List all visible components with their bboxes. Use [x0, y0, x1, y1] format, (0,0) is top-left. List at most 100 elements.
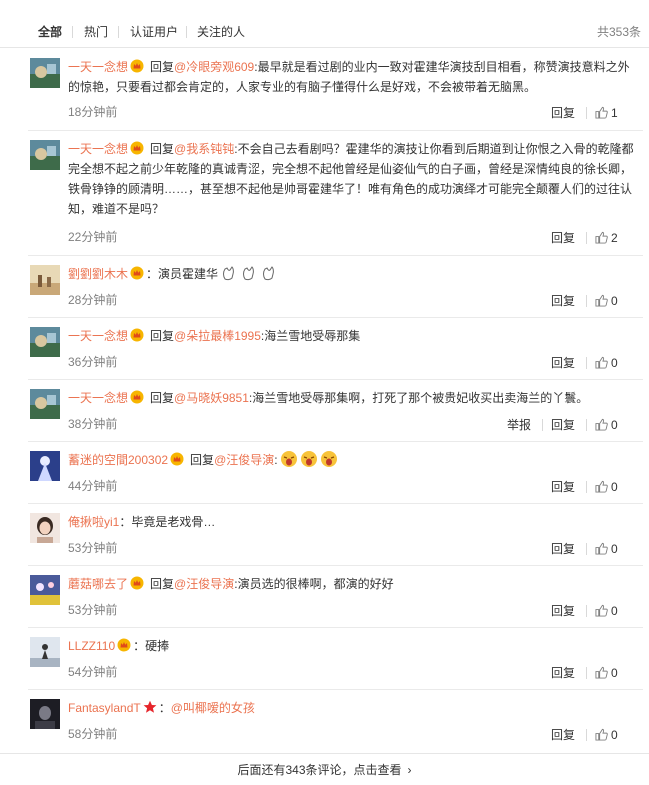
comment-text: 毕竟是老戏骨…: [131, 515, 216, 529]
like-count: 0: [611, 666, 618, 680]
like-button[interactable]: 0: [595, 417, 618, 433]
comment-content: 蘑菇哪去了 回复@汪俊导演:演员选的很棒啊，都演的好好: [68, 576, 394, 591]
tab-verified-users[interactable]: 认证用户: [130, 24, 178, 40]
comment-content: FantasylandT ：@叫椰嗳的女孩: [68, 700, 255, 715]
action-divider: [586, 232, 587, 244]
reply-button[interactable]: 回复: [551, 479, 575, 495]
username-link[interactable]: 一天一念想: [68, 142, 128, 156]
username-link[interactable]: LLZZ110: [68, 639, 115, 653]
comment-divider: [28, 130, 643, 131]
comment-divider: [28, 317, 643, 318]
like-button[interactable]: 0: [595, 727, 618, 743]
like-button[interactable]: 1: [595, 105, 618, 121]
like-button[interactable]: 0: [595, 355, 618, 371]
red-star-badge-icon: [143, 700, 157, 713]
comment-actions: 回复 0: [551, 479, 631, 495]
comment-actions: 回复 0: [551, 665, 631, 681]
like-button[interactable]: 0: [595, 665, 618, 681]
avatar[interactable]: [30, 637, 60, 667]
comment-actions: 回复 1: [551, 105, 631, 121]
comment-actions: 回复 2: [551, 230, 631, 246]
username-link[interactable]: 劉劉劉木木: [68, 267, 128, 281]
avatar[interactable]: [30, 451, 60, 481]
comment-time: 58分钟前: [68, 727, 118, 741]
like-button[interactable]: 0: [595, 603, 618, 619]
comment-time: 54分钟前: [68, 665, 118, 679]
like-button[interactable]: 2: [595, 230, 618, 246]
comment-content: 一天一念想 回复@我系钝钝:不会自己去看剧吗？霍建华的演技让你看到后期道到让你恨之…: [68, 141, 634, 216]
mention-link[interactable]: @马晓妖9851: [174, 391, 249, 405]
comment-divider: [28, 503, 643, 504]
thumbs-up-icon: [595, 728, 608, 741]
action-divider: [586, 107, 587, 119]
comment-actions: 回复 0: [551, 355, 631, 371]
like-button[interactable]: 0: [595, 293, 618, 309]
reply-button[interactable]: 回复: [551, 541, 575, 557]
avatar[interactable]: [30, 327, 60, 357]
comment-content: 蓄迷的空間200302 回复@汪俊导演:: [68, 450, 638, 470]
mention-link[interactable]: @叫椰嗳的女孩: [171, 701, 255, 715]
username-link[interactable]: 一天一念想: [68, 329, 128, 343]
comment-content: 劉劉劉木木 ：演员霍建华: [68, 264, 638, 284]
like-count: 1: [611, 106, 618, 120]
reply-button[interactable]: 回复: [551, 355, 575, 371]
thumbs-up-icon: [595, 480, 608, 493]
avatar[interactable]: [30, 140, 60, 170]
comment-time: 53分钟前: [68, 541, 118, 555]
reply-button[interactable]: 回复: [551, 417, 575, 433]
like-button[interactable]: 0: [595, 479, 618, 495]
username-link[interactable]: 一天一念想: [68, 60, 128, 74]
mention-link[interactable]: @我系钝钝: [174, 142, 234, 156]
like-count: 2: [611, 231, 618, 245]
tab-divider: [186, 26, 187, 38]
comment-actions: 举报 回复 0: [507, 417, 631, 433]
tab-hot[interactable]: 热门: [84, 24, 108, 40]
action-divider: [586, 729, 587, 741]
reply-button[interactable]: 回复: [551, 665, 575, 681]
avatar[interactable]: [30, 389, 60, 419]
reply-button[interactable]: 回复: [551, 293, 575, 309]
thumbs-up-icon: [595, 231, 608, 244]
mention-link[interactable]: @朵拉最棒1995: [174, 329, 261, 343]
comment-actions: 回复 0: [551, 541, 631, 557]
username-link[interactable]: FantasylandT: [68, 701, 141, 715]
avatar[interactable]: [30, 513, 60, 543]
avatar[interactable]: [30, 575, 60, 605]
mention-link[interactable]: @冷眼旁观609: [174, 60, 254, 74]
username-link[interactable]: 一天一念想: [68, 391, 128, 405]
avatar[interactable]: [30, 265, 60, 295]
crying-face-emoji-icon: [280, 451, 297, 467]
avatar[interactable]: [30, 699, 60, 729]
comment-filter-bar: 全部 热门 认证用户 关注的人 共353条: [0, 0, 649, 48]
username-link[interactable]: 俺揪啦yi1: [68, 515, 119, 529]
reply-button[interactable]: 回复: [551, 105, 575, 121]
avatar[interactable]: [30, 58, 60, 88]
thumbs-up-icon: [595, 418, 608, 431]
comment-content: 一天一念想 回复@朵拉最棒1995:海兰雪地受辱那集: [68, 328, 361, 343]
action-divider: [542, 419, 543, 431]
load-more-comments-link[interactable]: 后面还有343条评论，点击查看 ›: [0, 753, 649, 785]
reply-button[interactable]: 回复: [551, 727, 575, 743]
vip-crown-icon: [130, 266, 144, 280]
reply-button[interactable]: 回复: [551, 230, 575, 246]
reply-button[interactable]: 回复: [551, 603, 575, 619]
mention-link[interactable]: @汪俊导演: [214, 453, 274, 467]
username-link[interactable]: 蘑菇哪去了: [68, 577, 128, 591]
username-link[interactable]: 蓄迷的空間200302: [68, 453, 168, 467]
vip-crown-icon: [130, 390, 144, 404]
action-divider: [586, 481, 587, 493]
mention-link[interactable]: @汪俊导演: [174, 577, 234, 591]
comment-divider: [28, 379, 643, 380]
like-count: 0: [611, 542, 618, 556]
chevron-right-icon: ›: [407, 763, 412, 777]
tab-following[interactable]: 关注的人: [197, 24, 245, 40]
action-divider: [586, 605, 587, 617]
report-button[interactable]: 举报: [507, 417, 531, 433]
like-count: 0: [611, 418, 618, 432]
vip-crown-icon: [117, 638, 131, 652]
tab-all[interactable]: 全部: [38, 24, 62, 40]
comment-time: 44分钟前: [68, 479, 118, 493]
comment-text: 海兰雪地受辱那集啊，打死了那个被贵妃收买出卖海兰的丫鬟。: [252, 391, 589, 405]
like-button[interactable]: 0: [595, 541, 618, 557]
like-count: 0: [611, 294, 618, 308]
